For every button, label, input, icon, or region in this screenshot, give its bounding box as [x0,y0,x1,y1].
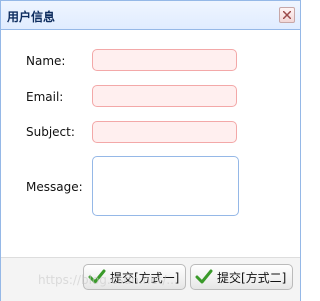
close-icon [283,11,291,19]
dialog-title: 用户信息 [7,10,56,24]
user-info-dialog: 用户信息 Name: Email: Subject: Message: 提交[方… [0,0,301,301]
checkmark-icon [195,269,213,284]
subject-field[interactable] [92,121,237,143]
email-label: Email: [26,90,64,104]
email-field[interactable] [92,85,237,107]
title-bar[interactable]: 用户信息 [1,1,300,30]
message-textarea[interactable] [92,156,239,216]
watermark-text: https://blog.csdn.net/... [38,273,178,287]
submit-method2-label: 提交[方式二] [217,270,287,285]
close-button[interactable] [279,7,295,23]
subject-label: Subject: [26,125,75,139]
user-form: Name: Email: Subject: Message: [1,30,300,257]
message-label: Message: [26,180,83,194]
submit-method2-button[interactable]: 提交[方式二] [190,264,294,290]
name-label: Name: [26,54,66,68]
name-field[interactable] [92,49,237,71]
